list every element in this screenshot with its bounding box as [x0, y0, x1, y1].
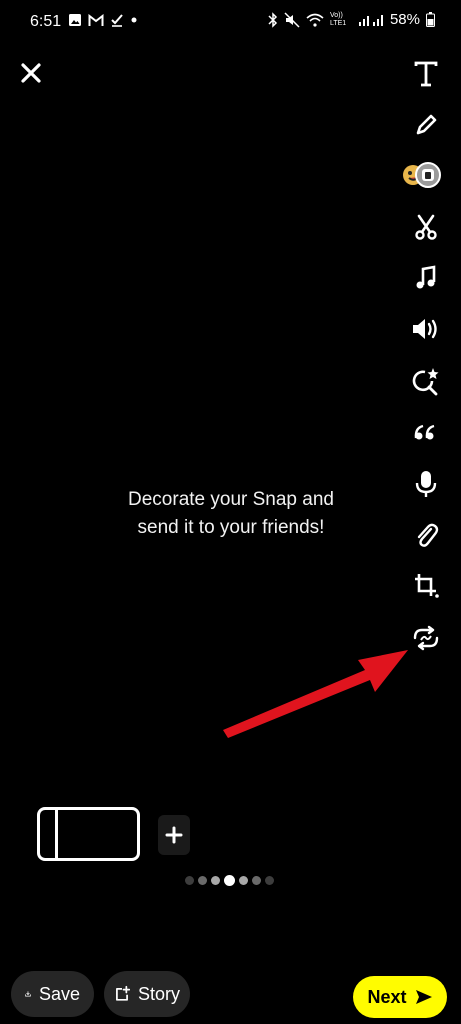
- story-label: Story: [137, 983, 180, 1004]
- plus-icon: [165, 826, 183, 844]
- lens-search-icon: [412, 368, 439, 396]
- page-dot: [211, 876, 220, 885]
- voice-tool-button[interactable]: [400, 462, 452, 506]
- scissors-icon: [415, 214, 437, 240]
- draw-tool-button[interactable]: [400, 103, 452, 147]
- clip-trim-handle[interactable]: [55, 810, 58, 858]
- dot-icon: [131, 17, 137, 23]
- battery-percent: 58%: [389, 11, 420, 28]
- pencil-icon: [416, 114, 437, 135]
- volte-icon: Vo)) LTE1: [329, 11, 347, 27]
- annotation-arrow: [223, 650, 408, 738]
- save-button[interactable]: Save: [11, 971, 94, 1017]
- status-notification-icons: [68, 13, 138, 27]
- scissors-tool-button[interactable]: [400, 205, 452, 249]
- check-icon: [111, 14, 123, 27]
- crop-icon: [415, 574, 439, 598]
- page-indicator: [185, 875, 274, 886]
- music-note-icon: [416, 265, 436, 289]
- microphone-icon: [415, 471, 437, 497]
- decorate-message-line1: Decorate your Snap and: [128, 489, 334, 510]
- page-dot: [198, 876, 207, 885]
- text-T-icon: [414, 61, 438, 87]
- page-dot: [185, 876, 194, 885]
- bluetooth-icon: [268, 11, 278, 28]
- download-icon: [25, 991, 31, 997]
- signal-icon: [358, 14, 383, 26]
- decorate-message: Decorate your Snap and send it to your f…: [100, 486, 362, 542]
- battery-icon: [426, 12, 435, 27]
- gmail-icon: [88, 13, 104, 26]
- crop-tool-button[interactable]: [400, 564, 452, 608]
- quote-tool-button[interactable]: [400, 410, 452, 454]
- next-button[interactable]: Next: [353, 976, 447, 1018]
- attach-tool-button[interactable]: [400, 513, 452, 557]
- close-button[interactable]: [16, 58, 46, 88]
- sound-tool-button[interactable]: [400, 307, 452, 351]
- page-dot-active: [224, 875, 235, 886]
- sticker-tool-button[interactable]: [400, 151, 452, 195]
- page-dot: [252, 876, 261, 885]
- story-button[interactable]: Story: [104, 971, 190, 1017]
- next-label: Next: [367, 986, 407, 1007]
- page-dot: [239, 876, 248, 885]
- save-label: Save: [38, 983, 80, 1004]
- lens-tool-button[interactable]: [400, 359, 452, 403]
- page-dot: [265, 876, 274, 885]
- close-icon: [21, 63, 41, 83]
- speaker-icon: [413, 319, 437, 339]
- sticker-icon: [403, 162, 441, 188]
- music-tool-button[interactable]: [400, 256, 452, 300]
- mute-icon: [284, 11, 300, 28]
- status-bar: 6:51 Vo)) LTE1 58%: [0, 0, 461, 44]
- status-system-icons: Vo)) LTE1 58%: [268, 11, 435, 28]
- wifi-icon: [306, 13, 324, 27]
- add-story-icon: [116, 985, 130, 1001]
- text-tool-button[interactable]: [400, 52, 452, 96]
- send-arrow-icon: [415, 990, 432, 1004]
- add-clip-button[interactable]: [158, 815, 190, 855]
- status-time: 6:51: [30, 13, 62, 30]
- clip-thumbnail[interactable]: [37, 807, 140, 861]
- quote-icon: [414, 424, 435, 440]
- paperclip-icon: [417, 523, 439, 547]
- decorate-message-line2: send it to your friends!: [137, 517, 325, 538]
- image-icon: [69, 14, 81, 26]
